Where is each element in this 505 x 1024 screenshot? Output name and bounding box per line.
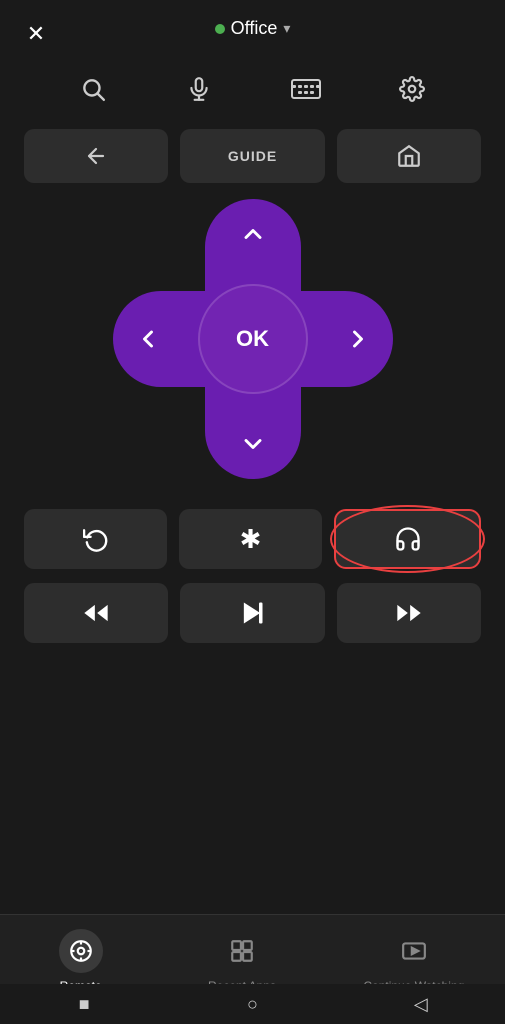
replay-button[interactable]	[24, 509, 167, 569]
connection-status-dot	[215, 24, 225, 34]
fast-forward-icon	[395, 599, 423, 627]
search-icon	[80, 76, 106, 102]
guide-button[interactable]: GUIDE	[180, 129, 324, 183]
play-pause-icon	[238, 599, 266, 627]
continue-watching-nav-icon	[392, 929, 436, 973]
play-pause-button[interactable]	[180, 583, 324, 643]
system-nav-bar: ■ ○ ◁	[0, 984, 505, 1024]
keyboard-button[interactable]	[282, 65, 330, 113]
dpad-container: OK	[0, 199, 505, 479]
device-name-label: Office	[231, 18, 278, 39]
settings-button[interactable]	[388, 65, 436, 113]
star-button[interactable]: ✱	[179, 509, 322, 569]
keyboard-icon	[291, 79, 321, 99]
search-button[interactable]	[69, 65, 117, 113]
mic-icon	[186, 76, 212, 102]
rewind-icon	[82, 599, 110, 627]
header: ✕ Office ▾	[0, 0, 505, 49]
fast-forward-button[interactable]	[337, 583, 481, 643]
star-icon: ✱	[240, 524, 262, 555]
home-icon	[396, 143, 422, 169]
dpad-ok-button[interactable]: OK	[198, 284, 308, 394]
chevron-down-icon: ▾	[283, 20, 290, 37]
dpad: OK	[113, 199, 393, 479]
back-button[interactable]	[24, 129, 168, 183]
back-arrow-icon	[84, 144, 108, 168]
media-row-1: ✱	[0, 509, 505, 569]
replay-icon	[83, 526, 109, 552]
playback-row	[0, 583, 505, 643]
remote-nav-icon	[59, 929, 103, 973]
sys-circle-button[interactable]: ○	[232, 984, 272, 1024]
headphone-button[interactable]	[334, 509, 481, 569]
dpad-up-button[interactable]	[213, 209, 293, 259]
dpad-right-button[interactable]	[333, 299, 383, 379]
home-button[interactable]	[337, 129, 481, 183]
rewind-button[interactable]	[24, 583, 168, 643]
close-button[interactable]: ✕	[20, 18, 52, 50]
mic-button[interactable]	[175, 65, 223, 113]
sys-back-button[interactable]: ◁	[401, 984, 441, 1024]
dpad-left-button[interactable]	[123, 299, 173, 379]
sys-square-button[interactable]: ■	[64, 984, 104, 1024]
recent-apps-nav-icon	[220, 929, 264, 973]
headphone-icon	[394, 525, 422, 553]
icon-toolbar	[0, 49, 505, 129]
dpad-down-button[interactable]	[213, 419, 293, 469]
control-row: GUIDE	[0, 129, 505, 183]
settings-icon	[399, 76, 425, 102]
device-name-container[interactable]: Office ▾	[215, 18, 291, 39]
